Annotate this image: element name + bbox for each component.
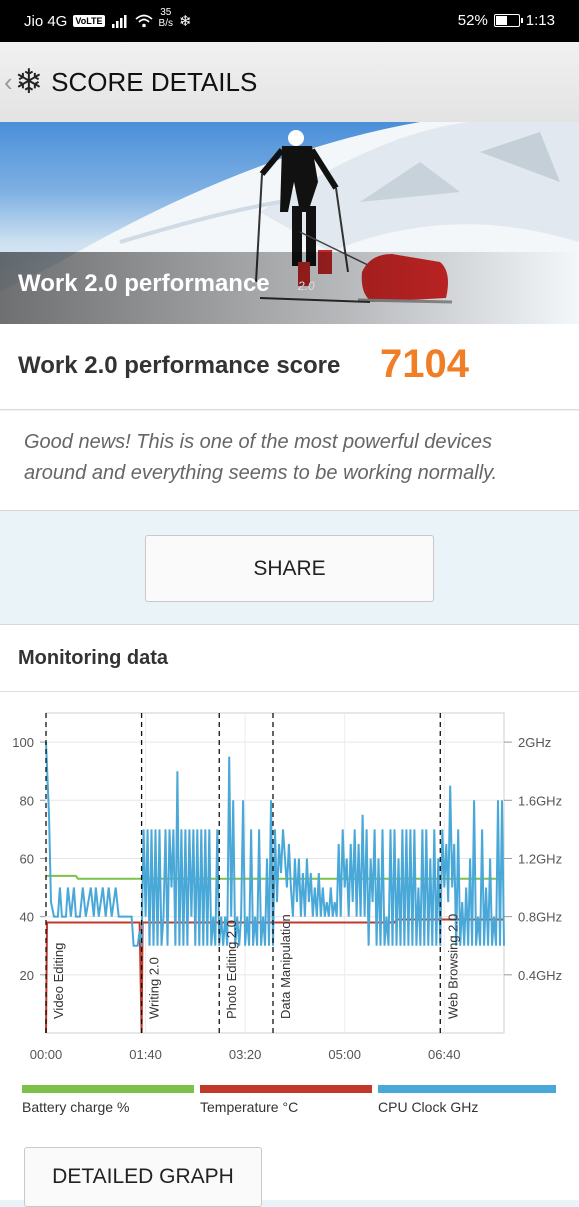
phase-label: Data Manipulation [278,914,293,1019]
x-tick-label: 06:40 [428,1047,461,1062]
y-right-tick-label: 0.4GHz [518,968,562,983]
phase-label: Web Browsing 2.0 [445,914,460,1019]
y-left-tick-label: 40 [20,910,34,925]
x-tick-label: 05:00 [328,1047,361,1062]
y-right-tick-label: 1.2GHz [518,851,562,866]
page-title: SCORE DETAILS [51,66,258,97]
legend-cpu-clock: CPU Clock GHz [378,1085,556,1115]
score-card: Work 2.0 performance score 7104 [0,324,579,410]
monitoring-title: Monitoring data [18,647,168,669]
legend-temperature-label: Temperature °C [200,1099,299,1115]
snowflake-icon[interactable]: ❄ [15,62,44,102]
legend-battery-swatch [22,1085,194,1093]
snowflake-status-icon: ❄ [178,13,192,30]
legend-cpu-swatch [378,1085,556,1093]
hero-title: Work 2.0 performance [18,270,270,297]
battery-percent: 52% [457,12,488,29]
share-button[interactable]: SHARE [145,535,434,602]
result-message: Good news! This is one of the most power… [24,431,498,484]
chevron-left-icon[interactable]: ‹ [4,67,13,98]
series-line-cpu-clock [45,742,505,947]
y-right-tick-label: 0.8GHz [518,910,562,925]
battery-icon [493,14,523,27]
net-speed: 35 B/s [159,7,173,29]
x-tick-label: 01:40 [129,1047,162,1062]
phase-label: Writing 2.0 [147,957,162,1019]
monitoring-chart: 20 40 60 80 100 0.4GHz 0.8GHz 1.2GHz 1.6GHz 2GHz 0… [12,712,562,1062]
battery-fill [495,16,507,25]
monitoring-card: Monitoring data 20 40 60 80 100 0.4GHz 0.8GHz 1… [0,624,579,1207]
phase-label: Video Editing [51,943,66,1019]
phase-label: Photo Editing 2.0 [224,920,239,1019]
signal-icon [111,15,127,28]
status-bar: Jio 4G VoLTE 35 B/s ❄ 52% 1:13 [0,0,579,42]
wifi-icon [134,14,153,28]
y-left-tick-label: 60 [20,851,34,866]
net-speed-unit: B/s [158,18,173,29]
divider [0,691,579,692]
y-left-tick-label: 100 [12,735,34,750]
legend-battery: Battery charge % [22,1085,194,1115]
y-left-tick-label: 20 [20,968,34,983]
score-label: Work 2.0 performance score [18,352,341,379]
net-speed-value: 35 [160,7,172,18]
legend-cpu-label: CPU Clock GHz [378,1099,479,1115]
detailed-graph-button[interactable]: DETAILED GRAPH [24,1147,262,1207]
volte-badge: VoLTE [73,15,105,27]
y-right-tick-label: 1.6GHz [518,793,562,808]
hero-version: 2.0 [298,279,315,293]
x-tick-label: 00:00 [30,1047,63,1062]
clock: 1:13 [525,12,555,29]
y-right-tick-label: 2GHz [518,735,551,750]
app-bar: ‹ ❄ SCORE DETAILS [0,42,579,122]
x-tick-label: 03:20 [229,1047,262,1062]
score-value: 7104 [380,342,469,386]
hero-banner: Work 2.0 performance 2.0 [0,122,579,324]
legend-temperature-swatch [200,1085,372,1093]
result-message-card: Good news! This is one of the most power… [0,411,579,511]
legend-battery-label: Battery charge % [22,1099,130,1115]
legend-temperature: Temperature °C [200,1085,372,1115]
y-left-tick-label: 80 [20,793,34,808]
carrier-label: Jio 4G [24,12,68,30]
